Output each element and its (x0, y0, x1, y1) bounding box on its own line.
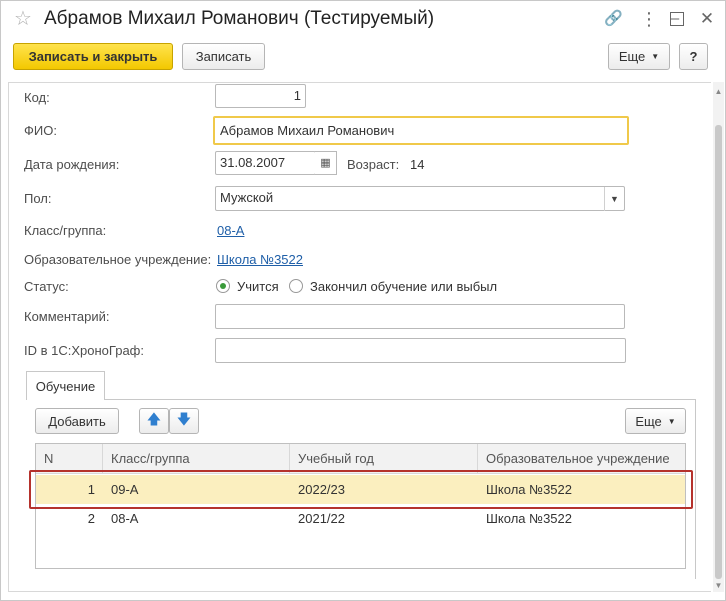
age-label: Возраст: (347, 157, 400, 172)
row-year: 2022/23 (298, 482, 345, 497)
fio-label: ФИО: (24, 123, 57, 138)
gender-select[interactable]: Мужской ▼ (215, 186, 625, 211)
comment-label: Комментарий: (24, 309, 110, 324)
education-table: N Класс/группа Учебный год Образовательн… (35, 443, 686, 569)
table-row[interactable]: 2 08-А 2021/22 Школа №3522 (36, 504, 685, 533)
row-school: Школа №3522 (486, 511, 572, 526)
move-down-button[interactable]: 🡇 (169, 408, 199, 434)
more-vertical-icon[interactable]: ⋮ (640, 10, 658, 28)
scroll-up-icon[interactable]: ▲ (713, 86, 724, 97)
more-button[interactable]: Еще ▼ (608, 43, 670, 70)
id-label: ID в 1С:ХроноГраф: (24, 343, 144, 358)
tab-education[interactable]: Обучение (26, 371, 105, 400)
chevron-down-icon: ▼ (651, 52, 660, 61)
status-radio-studying[interactable] (216, 279, 230, 293)
status-radio-finished[interactable] (289, 279, 303, 293)
code-field[interactable]: 1 (215, 84, 306, 108)
column-header-class[interactable]: Класс/группа (103, 444, 290, 474)
id-field[interactable] (215, 338, 626, 363)
row-year: 2021/22 (298, 511, 345, 526)
more-button-label: Еще (618, 49, 646, 64)
link-icon[interactable]: 🔗 (604, 10, 623, 28)
age-value: 14 (410, 157, 425, 172)
row-number: 1 (87, 482, 95, 497)
star-icon[interactable]: ☆ (14, 9, 32, 29)
help-button[interactable]: ? (679, 43, 708, 70)
add-button[interactable]: Добавить (35, 408, 119, 434)
save-button[interactable]: Записать (182, 43, 265, 70)
column-header-school[interactable]: Образовательное учреждение (478, 444, 685, 474)
dob-field[interactable]: 31.08.2007 (215, 151, 316, 175)
arrow-down-icon: 🡇 (176, 411, 192, 427)
move-up-button[interactable]: 🡅 (139, 408, 169, 434)
class-link[interactable]: 08-А (217, 223, 244, 238)
gender-select-value: Мужской (220, 190, 274, 205)
school-label: Образовательное учреждение: (24, 252, 212, 267)
table-header: N Класс/группа Учебный год Образовательн… (36, 444, 685, 474)
status-radio-finished-label[interactable]: Закончил обучение или выбыл (310, 279, 497, 294)
class-label: Класс/группа: (24, 223, 107, 238)
title-bar: ☆ Абрамов Михаил Романович (Тестируемый)… (0, 0, 726, 40)
column-header-n[interactable]: N (36, 444, 103, 474)
scroll-down-icon[interactable]: ▼ (713, 580, 724, 591)
scrollbar-thumb[interactable] (715, 125, 722, 579)
maximize-icon[interactable] (670, 12, 684, 26)
table-more-button[interactable]: Еще ▼ (625, 408, 686, 434)
gender-label: Пол: (24, 191, 52, 206)
comment-field[interactable] (215, 304, 625, 329)
table-more-label: Еще (635, 413, 662, 429)
school-link[interactable]: Школа №3522 (217, 252, 303, 267)
code-label: Код: (24, 90, 50, 105)
table-row[interactable]: 1 09-А 2022/23 Школа №3522 (36, 475, 685, 504)
close-icon[interactable]: ✕ (698, 10, 716, 28)
row-class: 09-А (111, 482, 139, 497)
row-school: Школа №3522 (486, 482, 572, 497)
row-number: 2 (87, 511, 95, 526)
dob-label: Дата рождения: (24, 157, 120, 172)
fio-field[interactable]: Абрамов Михаил Романович (213, 116, 629, 145)
row-class: 08-А (111, 511, 139, 526)
save-and-close-button[interactable]: Записать и закрыть (13, 43, 173, 70)
window-title: Абрамов Михаил Романович (Тестируемый) (44, 8, 435, 29)
status-radio-studying-label[interactable]: Учится (237, 279, 279, 294)
arrow-up-icon: 🡅 (146, 411, 162, 427)
status-label: Статус: (24, 279, 69, 294)
chevron-down-icon[interactable]: ▼ (604, 187, 624, 211)
calendar-icon[interactable]: ▦ (315, 151, 337, 175)
column-header-year[interactable]: Учебный год (290, 444, 478, 474)
chevron-down-icon: ▼ (667, 416, 676, 426)
